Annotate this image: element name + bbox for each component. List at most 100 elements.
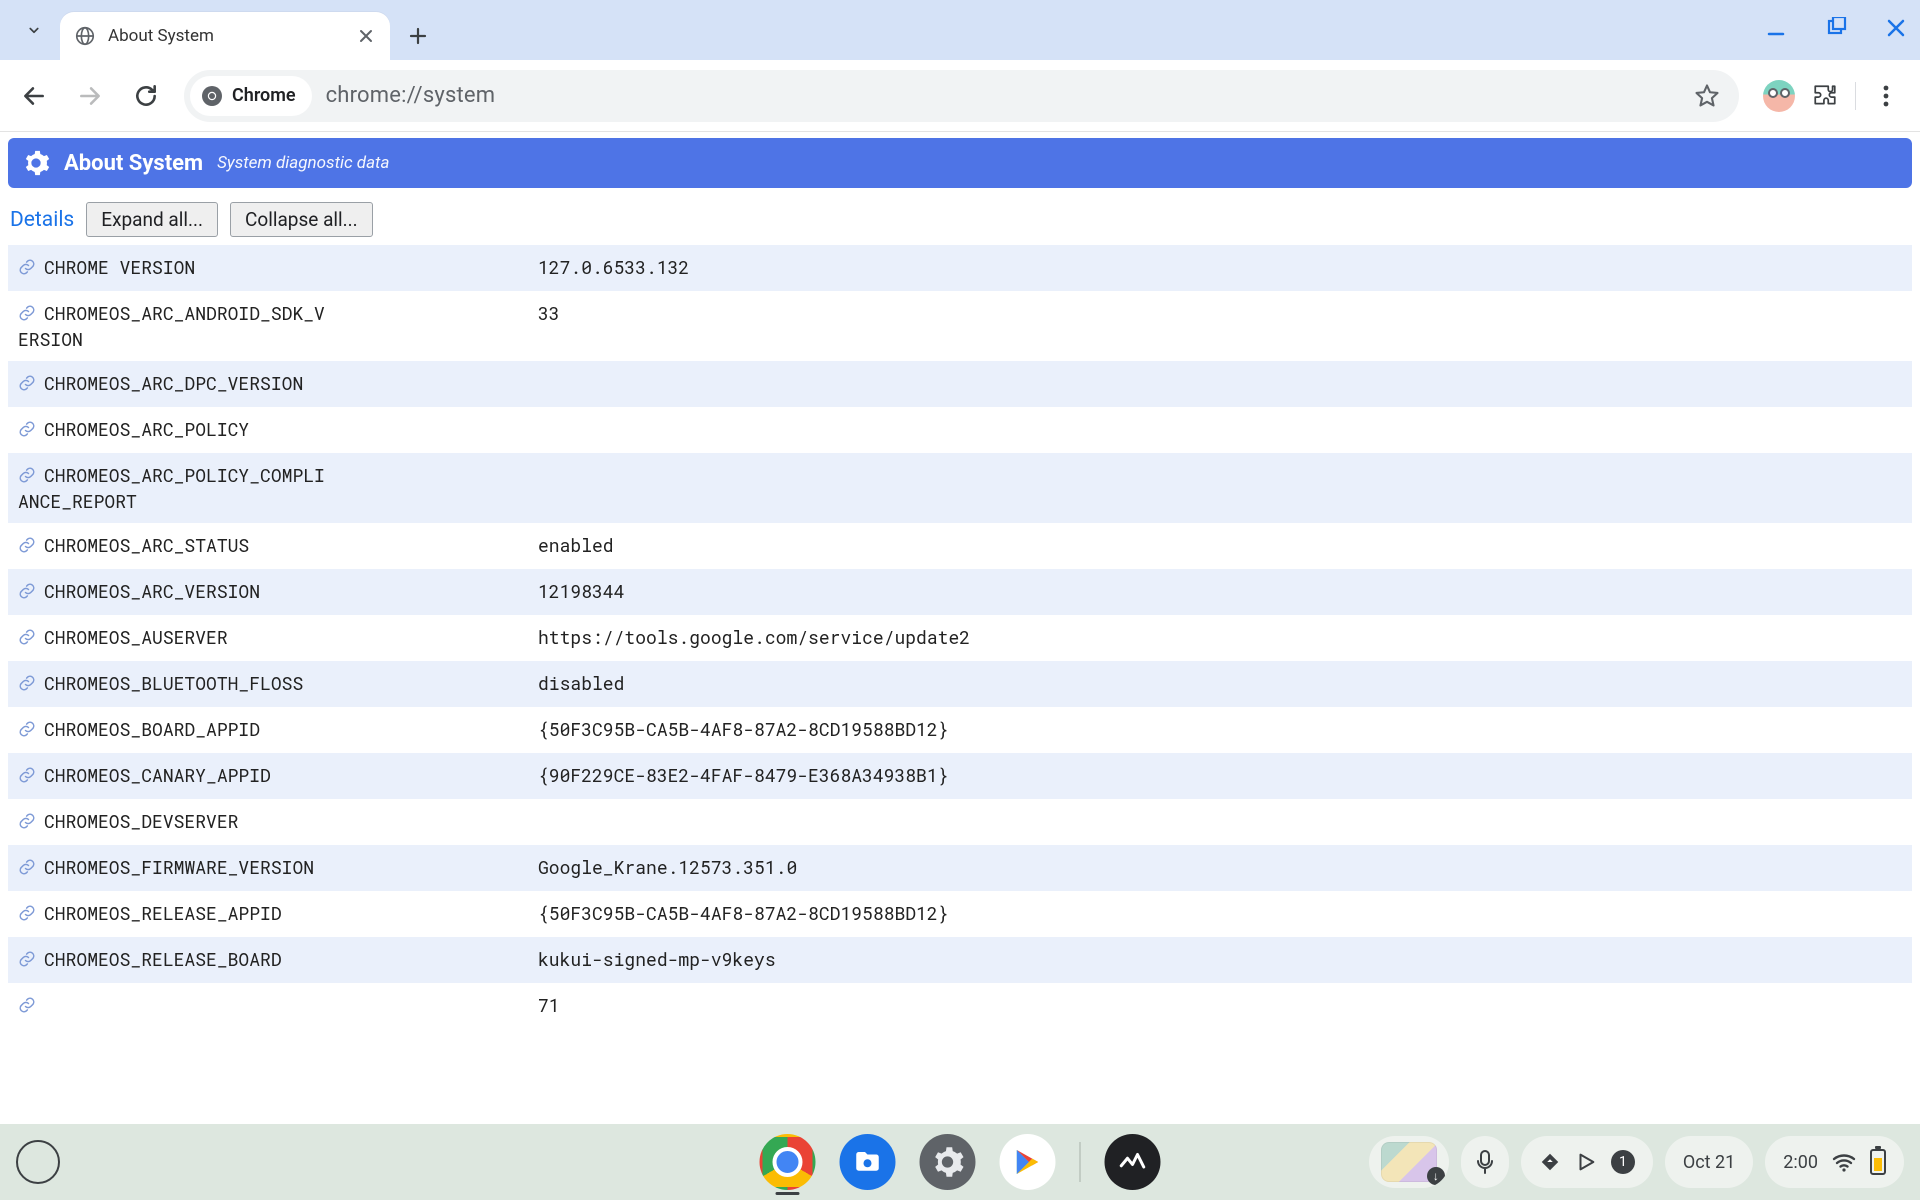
row-action bbox=[338, 937, 528, 983]
globe-icon bbox=[74, 25, 96, 47]
anchor-link-icon[interactable] bbox=[18, 903, 36, 927]
anchor-link-icon[interactable] bbox=[18, 949, 36, 973]
battery-icon bbox=[1870, 1149, 1886, 1175]
row-value: {90F229CE-83E2-4FAF-8479-E368A34938B1} bbox=[528, 753, 1912, 799]
row-action bbox=[338, 707, 528, 753]
anchor-link-icon[interactable] bbox=[18, 419, 36, 443]
anchor-link-icon[interactable] bbox=[18, 673, 36, 697]
row-key-text: CHROMEOS_BLUETOOTH_FLOSS bbox=[44, 671, 303, 695]
notifications-button[interactable]: 1 bbox=[1521, 1136, 1653, 1188]
row-value: disabled bbox=[528, 661, 1912, 707]
table-row: CHROMEOS_RELEASE_BOARDkukui-signed-mp-v9… bbox=[8, 937, 1912, 983]
collapse-all-button[interactable]: Collapse all... bbox=[230, 202, 373, 237]
table-row: CHROMEOS_ARC_STATUSenabled bbox=[8, 523, 1912, 569]
app-chrome[interactable] bbox=[760, 1134, 816, 1190]
anchor-link-icon[interactable] bbox=[18, 857, 36, 881]
dictation-button[interactable] bbox=[1461, 1136, 1509, 1188]
row-action bbox=[338, 799, 528, 845]
table-row: CHROME VERSION 127.0.6533.132 bbox=[8, 245, 1912, 291]
tab-search-button[interactable] bbox=[12, 8, 56, 52]
anchor-link-icon[interactable] bbox=[18, 373, 36, 397]
table-row: CHROMEOS_BLUETOOTH_FLOSS disabled bbox=[8, 661, 1912, 707]
row-value: {50F3C95B-CA5B-4AF8-87A2-8CD19588BD12} bbox=[528, 891, 1912, 937]
tab-title: About System bbox=[108, 26, 356, 46]
anchor-link-icon[interactable] bbox=[18, 465, 36, 489]
anchor-link-icon[interactable] bbox=[18, 765, 36, 789]
kebab-icon bbox=[1883, 84, 1889, 108]
activity-icon bbox=[1118, 1147, 1148, 1177]
banner-subtitle: System diagnostic data bbox=[217, 153, 389, 173]
anchor-link-icon[interactable] bbox=[18, 719, 36, 743]
profile-avatar-button[interactable] bbox=[1763, 80, 1795, 112]
anchor-link-icon[interactable] bbox=[18, 627, 36, 651]
extensions-button[interactable] bbox=[1811, 82, 1839, 110]
row-value: 127.0.6533.132 bbox=[528, 245, 1912, 291]
page-banner: About System System diagnostic data bbox=[8, 138, 1912, 188]
app-files[interactable] bbox=[840, 1134, 896, 1190]
row-value: {50F3C95B-CA5B-4AF8-87A2-8CD19588BD12} bbox=[528, 707, 1912, 753]
site-chip[interactable]: Chrome bbox=[190, 76, 312, 116]
maximize-button[interactable] bbox=[1818, 10, 1854, 46]
row-key: CHROMEOS_CANARY_APPID bbox=[8, 753, 338, 799]
mic-icon bbox=[1475, 1149, 1495, 1175]
anchor-link-icon[interactable] bbox=[18, 303, 36, 327]
forward-button[interactable] bbox=[66, 72, 114, 120]
omnibox[interactable]: Chrome chrome://system bbox=[184, 70, 1739, 122]
row-key-text: CHROME VERSION bbox=[44, 255, 195, 279]
diamond-up-icon bbox=[1539, 1151, 1561, 1173]
chrome-menu-button[interactable] bbox=[1872, 82, 1900, 110]
row-action bbox=[338, 661, 528, 707]
system-table: CHROME VERSION127.0.6533.132CHROMEOS_ARC… bbox=[8, 245, 1912, 1029]
controls-row: Details Expand all... Collapse all... bbox=[8, 188, 1912, 245]
play-icon bbox=[1012, 1146, 1044, 1178]
row-key: CHROMEOS_ARC_DPC_VERSION bbox=[8, 361, 338, 407]
gear-icon bbox=[22, 149, 50, 177]
row-value: https://tools.google.com/service/update2 bbox=[528, 615, 1912, 661]
row-key: CHROMEOS_ARC_POLICY bbox=[8, 407, 338, 453]
row-action bbox=[338, 983, 528, 1029]
reload-button[interactable] bbox=[122, 72, 170, 120]
back-button[interactable] bbox=[10, 72, 58, 120]
table-row: CHROMEOS_ARC_POLICY_COMPLIANCE_REPORT bbox=[8, 453, 1912, 523]
row-action bbox=[338, 453, 528, 523]
bookmark-star-button[interactable] bbox=[1693, 82, 1721, 110]
row-action bbox=[338, 245, 528, 291]
anchor-link-icon[interactable] bbox=[18, 581, 36, 605]
row-value: 33 bbox=[528, 291, 1912, 361]
row-key-text: CHROMEOS_AUSERVER bbox=[44, 625, 228, 649]
holding-space-button[interactable]: ↓ bbox=[1369, 1136, 1449, 1188]
anchor-link-icon[interactable] bbox=[18, 535, 36, 559]
table-row: CHROMEOS_ARC_ANDROID_SDK_VERSION 33 bbox=[8, 291, 1912, 361]
launcher-button[interactable] bbox=[16, 1140, 60, 1184]
row-key: CHROMEOS_DEVSERVER bbox=[8, 799, 338, 845]
anchor-link-icon[interactable] bbox=[18, 995, 36, 1019]
row-key-text: CHROMEOS_RELEASE_BOARD bbox=[44, 947, 282, 971]
row-value bbox=[528, 799, 1912, 845]
shelf-time: 2:00 bbox=[1783, 1152, 1818, 1173]
app-play-store[interactable] bbox=[1000, 1134, 1056, 1190]
row-key: CHROMEOS_ARC_ANDROID_SDK_VERSION bbox=[8, 291, 338, 361]
row-key-text: CHROMEOS_DEVSERVER bbox=[44, 809, 238, 833]
row-action bbox=[338, 361, 528, 407]
table-row: 71 bbox=[8, 983, 1912, 1029]
row-key-text: CHROMEOS_CANARY_APPID bbox=[44, 763, 271, 787]
shelf: ↓ 1 Oct 21 2:00 bbox=[0, 1124, 1920, 1200]
table-row: CHROMEOS_ARC_POLICY bbox=[8, 407, 1912, 453]
close-tab-button[interactable] bbox=[356, 26, 376, 46]
minimize-button[interactable] bbox=[1758, 10, 1794, 46]
new-tab-button[interactable] bbox=[396, 14, 440, 58]
anchor-link-icon[interactable] bbox=[18, 811, 36, 835]
window-controls bbox=[1758, 10, 1914, 46]
browser-tab[interactable]: About System bbox=[60, 12, 390, 60]
app-settings[interactable] bbox=[920, 1134, 976, 1190]
row-action bbox=[338, 569, 528, 615]
holding-space-badge: ↓ bbox=[1427, 1167, 1445, 1185]
table-row: CHROMEOS_ARC_VERSION12198344 bbox=[8, 569, 1912, 615]
page-viewport[interactable]: About System System diagnostic data Deta… bbox=[0, 132, 1920, 1124]
anchor-link-icon[interactable] bbox=[18, 257, 36, 281]
expand-all-button[interactable]: Expand all... bbox=[86, 202, 218, 237]
quick-settings-button[interactable]: 2:00 bbox=[1765, 1136, 1904, 1188]
close-window-button[interactable] bbox=[1878, 10, 1914, 46]
app-pinned[interactable] bbox=[1105, 1134, 1161, 1190]
calendar-button[interactable]: Oct 21 bbox=[1665, 1136, 1753, 1188]
